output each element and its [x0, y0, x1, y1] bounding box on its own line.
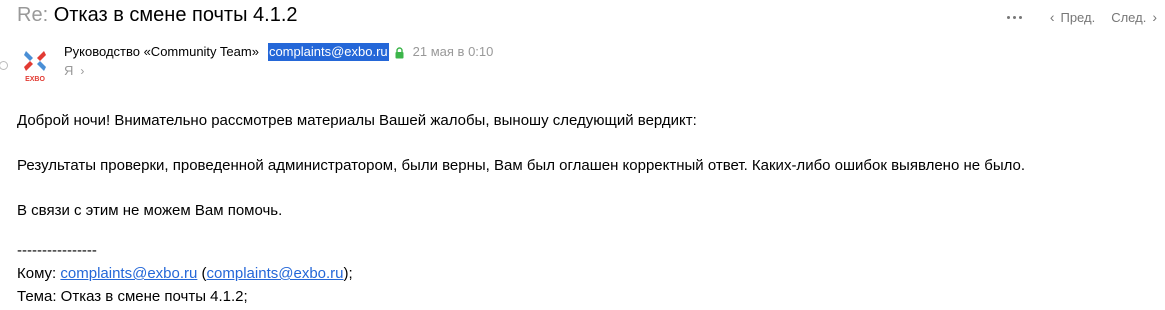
message-subject: Re: Отказ в смене почты 4.1.2 [17, 2, 298, 28]
quoted-subject-line: Тема: Отказ в смене почты 4.1.2; [17, 287, 248, 307]
next-message-button[interactable]: След. › [1111, 9, 1157, 25]
to-email-link-paren[interactable]: complaints@exbo.ru [207, 265, 344, 282]
to-email-link[interactable]: complaints@exbo.ru [60, 265, 197, 282]
quoted-subject-value: Отказ в смене почты 4.1.2; [60, 288, 248, 305]
to-suffix: ); [343, 265, 353, 282]
greeting-text: Доброй ночи! Внимательно рассмотрев мате… [17, 112, 697, 129]
sender-block: EXBO Руководство «Community Team» compla… [0, 40, 1165, 90]
quoted-to-line: Кому: complaints@exbo.ru (complaints@exb… [17, 265, 353, 282]
message-header: Re: Отказ в смене почты 4.1.2 ‹ Пред. Сл… [0, 0, 1165, 34]
message-toolbar: ‹ Пред. След. › [1002, 6, 1157, 28]
chevron-right-icon: › [1152, 9, 1157, 25]
select-message-radio[interactable] [0, 61, 8, 70]
prev-message-button[interactable]: ‹ Пред. [1044, 9, 1095, 25]
next-label: След. [1111, 9, 1147, 25]
more-dots-icon[interactable] [1002, 7, 1028, 27]
sender-name[interactable]: Руководство «Community Team» [64, 43, 259, 61]
prev-label: Пред. [1060, 9, 1096, 25]
separator-line: ---------------- [17, 242, 97, 259]
chevron-right-icon: › [80, 64, 85, 78]
recipients-toggle[interactable]: Я › [64, 62, 84, 80]
sender-email[interactable]: complaints@exbo.ru [267, 43, 389, 61]
logo-text: EXBO [25, 76, 45, 83]
exbo-logo: EXBO [24, 51, 46, 83]
recipient-me: Я [64, 63, 74, 78]
subject-prefix: Re: [17, 4, 49, 26]
from-line: Руководство «Community Team» complaints@… [64, 43, 493, 61]
closing-text: В связи с этим не можем Вам помочь. [17, 202, 283, 219]
to-prefix: Кому: [17, 265, 61, 282]
chevron-left-icon: ‹ [1049, 9, 1055, 25]
subject-prefix-label: Тема: [17, 288, 61, 305]
result-text: Результаты проверки, проведенной админис… [17, 157, 1026, 174]
subject-text: Отказ в смене почты 4.1.2 [53, 4, 298, 26]
lock-icon [395, 47, 404, 59]
message-date: 21 мая в 0:10 [412, 44, 494, 59]
